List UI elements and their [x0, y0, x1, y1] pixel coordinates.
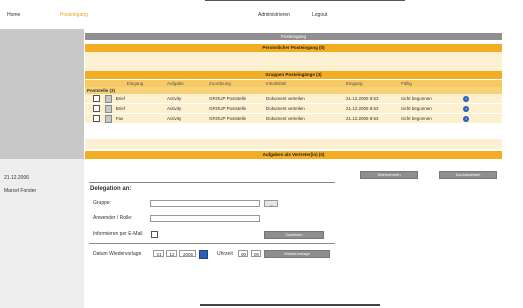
col-zuordnung[interactable]: Zuordnung [207, 80, 264, 87]
row-due: nicht begonnen [399, 103, 461, 114]
delegation-divider-bottom [89, 243, 335, 244]
nav-posteingang[interactable]: Posteingang [60, 12, 88, 18]
row-title[interactable]: Dokument verteilen [264, 113, 344, 124]
row-received: 21.12.2006 8:53 [344, 103, 399, 114]
info-icon[interactable]: i [463, 105, 469, 112]
row-assignment: GROUP Poststelle [207, 113, 264, 124]
col-inhaltstitel[interactable]: Inhaltstitel [264, 80, 344, 87]
deputy-tasks-header[interactable]: Aufgaben als Vertreter(in) (0) [85, 151, 502, 159]
email-label: Informieren per E-Mail [93, 231, 143, 237]
group-title-row: Poststelle (3) [85, 87, 502, 94]
nav-administrieren[interactable]: Administrieren [258, 12, 290, 18]
gruppe-input[interactable] [150, 200, 260, 207]
group-inbox-header[interactable]: Gruppen Posteingänge (3) [85, 71, 502, 79]
sidebar-date: 21.12.2006 [4, 175, 30, 181]
row-assignment: GROUP Poststelle [207, 94, 264, 104]
sidebar-header-band [0, 29, 84, 159]
row-task[interactable]: Activity [165, 113, 207, 124]
personal-inbox-body [85, 52, 502, 72]
row-assignment: GROUP Poststelle [207, 103, 264, 114]
table-row[interactable]: Brief Activity GROUP Poststelle Dokument… [85, 94, 502, 104]
row-checkbox[interactable] [93, 115, 100, 122]
reject-button[interactable]: Zurückweisen [439, 171, 497, 179]
row-title[interactable]: Dokument verteilen [264, 94, 344, 104]
personal-inbox-header[interactable]: Persönlicher Posteingang (0) [85, 44, 502, 52]
col-aufgabe[interactable]: Aufgabe [165, 80, 207, 87]
row-task[interactable]: Activity [165, 103, 207, 114]
bottom-divider [200, 304, 380, 306]
nav-logout[interactable]: Logout [312, 12, 327, 18]
table-header-row: Eingang Aufgabe Zuordnung Inhaltstitel E… [85, 80, 502, 87]
calendar-icon[interactable] [199, 250, 208, 259]
anwender-input[interactable] [150, 215, 260, 222]
group-poststelle-title: Poststelle (3) [85, 87, 502, 94]
day-input[interactable]: 21 [153, 250, 164, 257]
accept-button[interactable]: Übernehmen [360, 171, 418, 179]
row-type: Fax [115, 115, 124, 121]
time-label: Uhrzeit [217, 251, 233, 257]
posteingang-header: Posteingang [85, 33, 502, 40]
nav-home[interactable]: Home [7, 12, 20, 18]
year-input[interactable]: 2006 [179, 250, 196, 257]
row-type: Brief [115, 95, 126, 101]
row-type: Brief [115, 105, 126, 111]
row-checkbox[interactable] [93, 95, 100, 102]
row-title[interactable]: Dokument verteilen [264, 103, 344, 114]
fax-icon [105, 114, 112, 123]
email-checkbox[interactable] [151, 231, 158, 238]
col-eingang-type[interactable]: Eingang [103, 80, 165, 87]
delegation-title: Delegation an: [90, 186, 132, 192]
letter-icon [105, 104, 112, 113]
table-row[interactable]: Fax Activity GROUP Poststelle Dokument v… [85, 113, 502, 124]
row-due: nicht begonnen [399, 94, 461, 104]
gruppe-label: Gruppe: [93, 200, 112, 206]
row-checkbox[interactable] [93, 105, 100, 112]
row-received: 21.12.2006 8:53 [344, 113, 399, 124]
row-task[interactable]: Activity [165, 94, 207, 104]
letter-icon [105, 94, 112, 103]
anwender-label: Anwender / Rolle: [93, 215, 133, 221]
col-faellig[interactable]: Fällig [399, 80, 461, 87]
info-icon[interactable]: i [463, 95, 469, 102]
month-input[interactable]: 12 [166, 250, 177, 257]
delegation-divider-top [89, 182, 335, 183]
minute-input[interactable]: 00 [251, 250, 261, 257]
assign-button[interactable]: Zuweisen [264, 231, 324, 239]
date-label: Datum Wiedervorlage [93, 251, 142, 257]
info-icon[interactable]: i [463, 115, 469, 122]
top-divider [205, 0, 405, 1]
wiedervorlage-button[interactable]: Wiedervorlage [264, 250, 330, 258]
table-footer-space [85, 139, 502, 149]
hour-input[interactable]: 00 [238, 250, 248, 257]
group-inbox-table: Eingang Aufgabe Zuordnung Inhaltstitel E… [85, 80, 502, 124]
row-due: nicht begonnen [399, 113, 461, 124]
sidebar-user[interactable]: Marcel Forster [4, 188, 36, 194]
col-eingang-date[interactable]: Eingang [344, 80, 399, 87]
table-row[interactable]: Brief Activity GROUP Poststelle Dokument… [85, 103, 502, 114]
row-received: 21.12.2006 8:53 [344, 94, 399, 104]
browse-button[interactable]: ... [264, 200, 278, 207]
